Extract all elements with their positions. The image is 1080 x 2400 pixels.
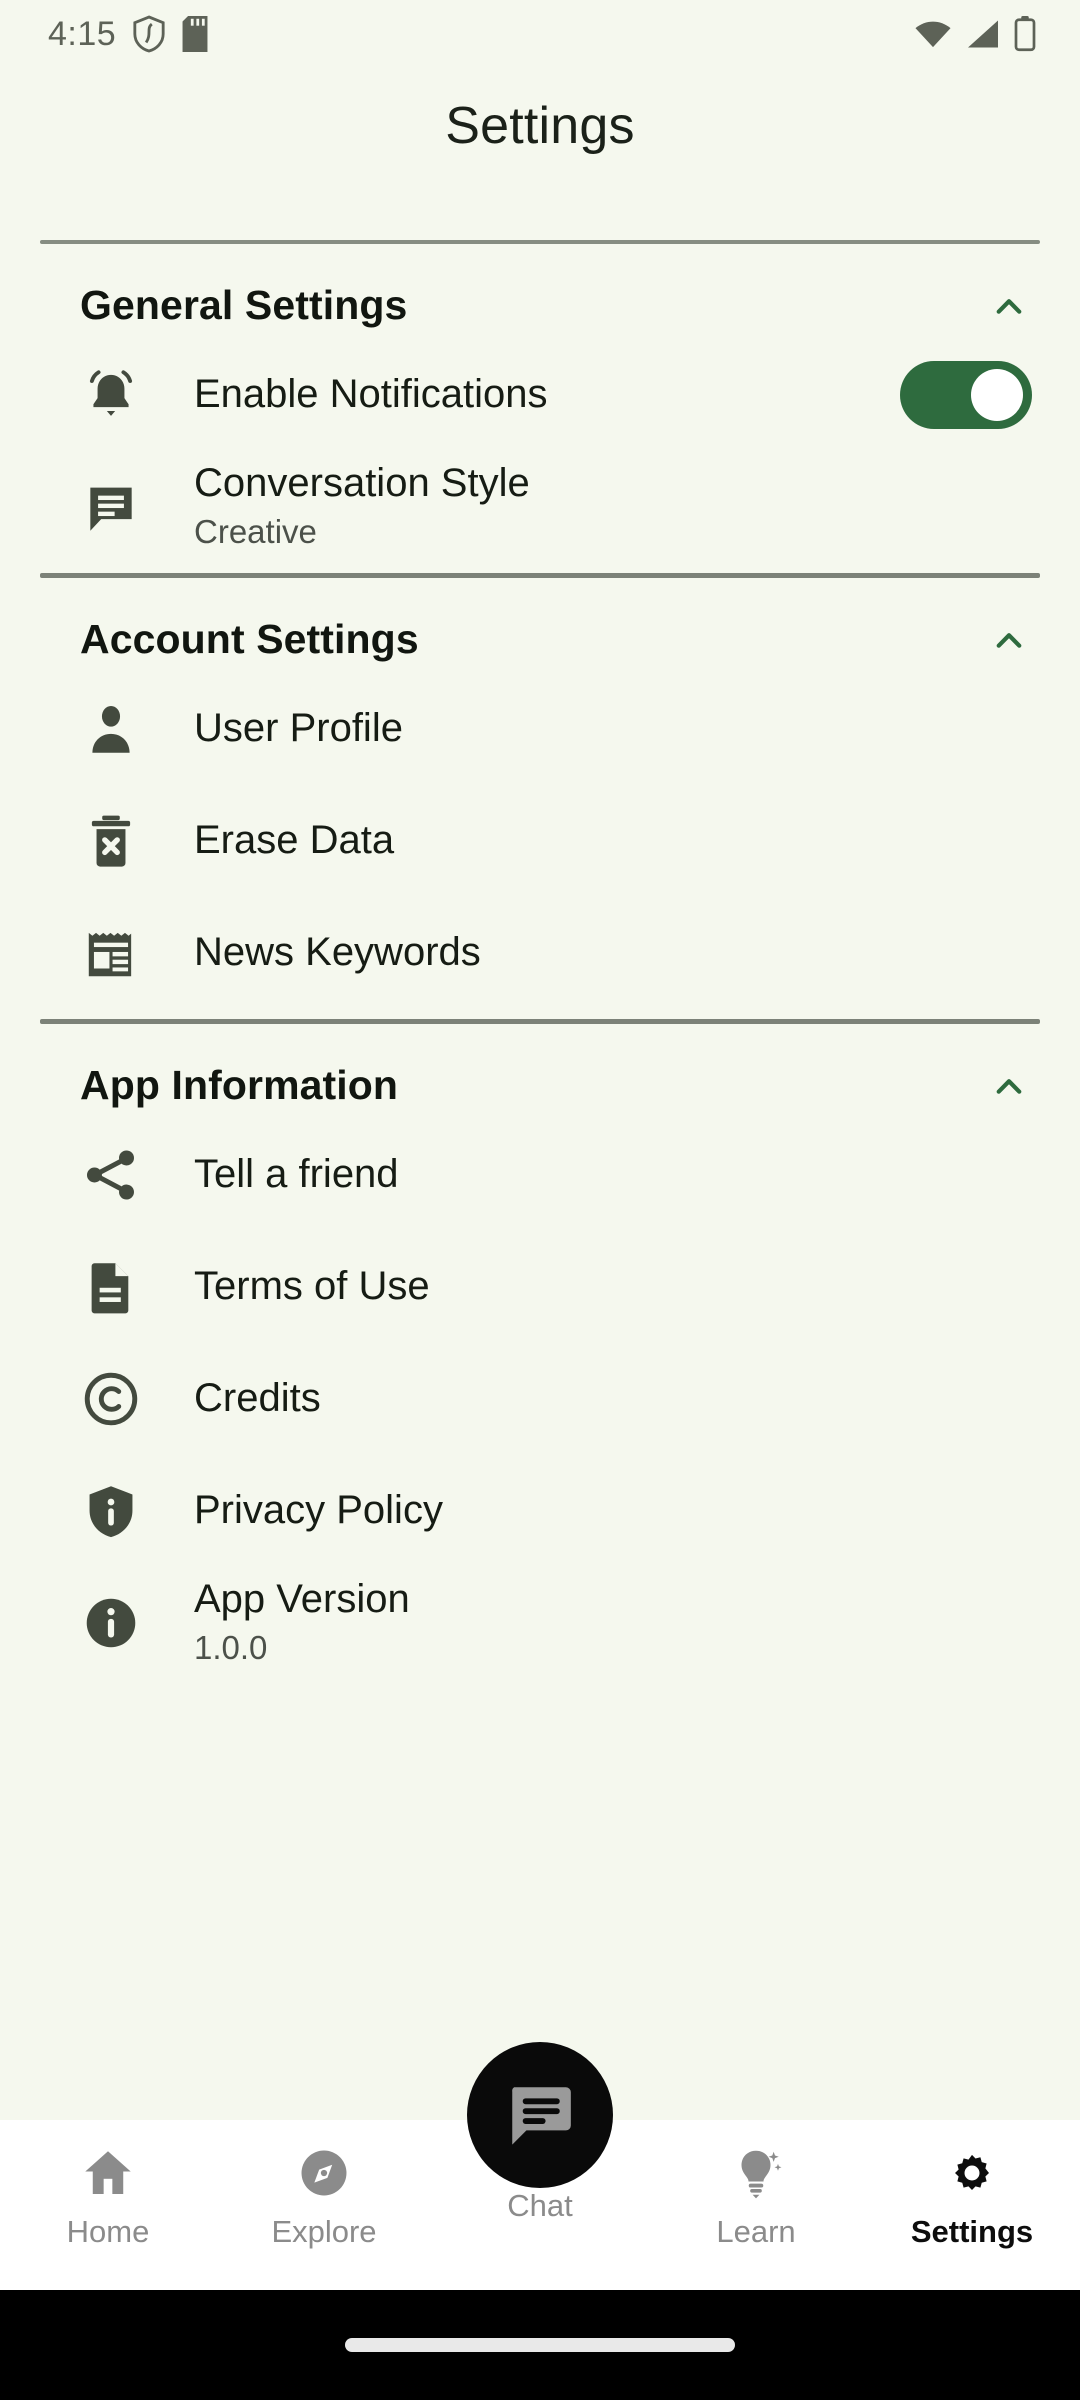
copyright-icon — [80, 1368, 142, 1430]
row-text: User Profile — [194, 705, 403, 752]
row-text: Terms of Use — [194, 1263, 430, 1310]
chat-fab-icon — [512, 2087, 571, 2145]
row-label: Credits — [194, 1376, 321, 1421]
nav-label: Explore — [271, 2214, 377, 2249]
row-sublabel: Creative — [194, 513, 317, 551]
trash-x-icon — [80, 810, 142, 872]
row-credits[interactable]: Credits — [0, 1343, 1080, 1455]
section-header-app-information[interactable]: App Information — [0, 1024, 1080, 1119]
settings-screen: 4:15 Settings General Settings Enable No… — [0, 0, 1080, 2400]
person-icon — [80, 698, 142, 760]
row-user-profile[interactable]: User Profile — [0, 673, 1080, 785]
row-sublabel: 1.0.0 — [194, 1629, 268, 1667]
status-bar: 4:15 — [0, 0, 1080, 68]
nav-label: Settings — [910, 2214, 1034, 2249]
row-text: Tell a friend — [194, 1151, 399, 1198]
bulb-icon — [727, 2142, 785, 2204]
row-privacy-policy[interactable]: Privacy Policy — [0, 1455, 1080, 1567]
row-tell-a-friend[interactable]: Tell a friend — [0, 1119, 1080, 1231]
share-icon — [80, 1144, 142, 1206]
document-icon — [80, 1256, 142, 1318]
page-title: Settings — [445, 97, 635, 155]
settings-list[interactable]: General Settings Enable Notifications Conv… — [0, 230, 1080, 2170]
gesture-navigation-bar — [0, 2290, 1080, 2400]
status-time: 4:15 — [48, 14, 117, 53]
wifi-icon — [915, 21, 951, 48]
chevron-up-icon[interactable] — [986, 617, 1032, 663]
home-icon — [79, 2142, 137, 2204]
row-text: Erase Data — [194, 817, 394, 864]
toggle-knob — [971, 369, 1023, 421]
row-label: Terms of Use — [194, 1264, 430, 1309]
info-circle-icon — [80, 1592, 142, 1654]
nav-item-explore[interactable]: Explore — [216, 2120, 432, 2290]
nav-item-learn[interactable]: Learn — [648, 2120, 864, 2290]
section-header-general-settings[interactable]: General Settings — [0, 244, 1080, 339]
nav-item-home[interactable]: Home — [0, 2120, 216, 2290]
chevron-up-icon[interactable] — [986, 1063, 1032, 1109]
row-news-keywords[interactable]: News Keywords — [0, 897, 1080, 1009]
row-app-version[interactable]: App Version 1.0.0 — [0, 1567, 1080, 1679]
section-title: App Information — [80, 1062, 399, 1108]
row-terms-of-use[interactable]: Terms of Use — [0, 1231, 1080, 1343]
shield-info-icon — [80, 1480, 142, 1542]
shield-icon — [133, 15, 165, 53]
row-erase-data[interactable]: Erase Data — [0, 785, 1080, 897]
gesture-pill[interactable] — [345, 2338, 735, 2352]
gear-icon — [943, 2142, 1001, 2204]
section-title: Account Settings — [80, 616, 419, 662]
bell-icon — [80, 364, 142, 426]
chevron-up-icon[interactable] — [986, 283, 1032, 329]
cellular-signal-icon — [968, 20, 998, 48]
row-enable-notifications[interactable]: Enable Notifications — [0, 339, 1080, 451]
row-label: App Version — [194, 1576, 410, 1621]
row-label: User Profile — [194, 706, 403, 751]
nav-item-settings[interactable]: Settings — [864, 2120, 1080, 2290]
section-title: General Settings — [80, 282, 408, 328]
battery-icon — [1014, 16, 1036, 52]
sd-card-icon — [182, 16, 208, 52]
row-label: Tell a friend — [194, 1152, 399, 1197]
row-label: Erase Data — [194, 818, 395, 863]
row-text: Privacy Policy — [194, 1487, 443, 1534]
nav-label: Chat — [507, 2188, 573, 2223]
newspaper-icon — [80, 922, 142, 984]
row-text: App Version 1.0.0 — [194, 1576, 410, 1670]
row-text: Conversation Style Creative — [194, 460, 530, 554]
row-text: Enable Notifications — [194, 371, 548, 418]
row-text: News Keywords — [194, 929, 481, 976]
row-label: News Keywords — [194, 930, 481, 975]
nav-label: Home — [66, 2214, 150, 2249]
section-header-account-settings[interactable]: Account Settings — [0, 578, 1080, 673]
row-label: Privacy Policy — [194, 1488, 443, 1533]
row-label: Enable Notifications — [194, 372, 548, 417]
notifications-toggle[interactable] — [900, 361, 1032, 429]
nav-label: Learn — [716, 2214, 796, 2249]
row-label: Conversation Style — [194, 460, 530, 505]
chat-fab-button[interactable] — [467, 2042, 613, 2188]
status-bar-left: 4:15 — [48, 15, 208, 54]
compass-icon — [295, 2142, 353, 2204]
row-text: Credits — [194, 1375, 321, 1422]
row-conversation-style[interactable]: Conversation Style Creative — [0, 451, 1080, 563]
status-bar-right — [914, 16, 1036, 52]
chat-bubble-icon — [80, 476, 142, 538]
